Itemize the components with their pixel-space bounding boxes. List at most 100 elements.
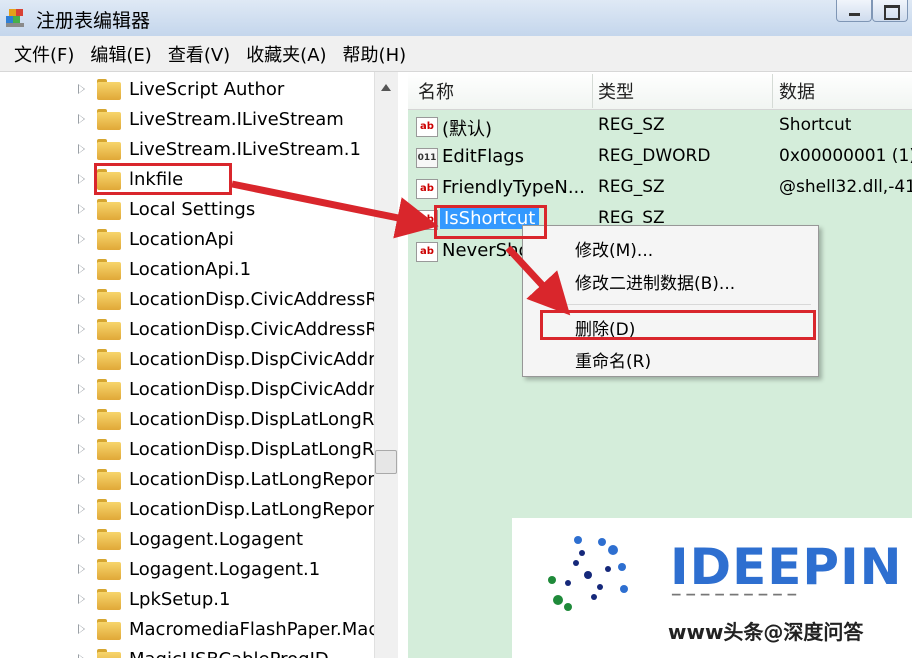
tree-item[interactable]: MacromediaFlashPaper.Mac [0,614,380,644]
expand-arrow-icon[interactable] [78,354,85,364]
folder-icon [97,529,121,550]
value-row[interactable]: ab FriendlyTypeN... REG_SZ @shell32.dll,… [408,174,912,204]
folder-icon [97,319,121,340]
expand-arrow-icon[interactable] [78,264,85,274]
expand-arrow-icon[interactable] [78,474,85,484]
column-header-name[interactable]: 名称 [418,72,454,110]
tree-item-label: LpkSetup.1 [129,588,231,610]
expand-arrow-icon[interactable] [78,624,85,634]
tree-item[interactable]: Local Settings [0,194,380,224]
menu-item-modify-binary[interactable]: 修改二进制数据(B)... [575,269,735,294]
folder-icon [97,229,121,250]
tree-item-label: LocationDisp.CivicAddressRe [129,288,389,310]
expand-arrow-icon[interactable] [78,384,85,394]
tree-item-label: LocationDisp.LatLongReport [129,468,382,490]
tree-item[interactable]: LocationDisp.DispLatLongRe [0,434,385,464]
expand-arrow-icon[interactable] [78,534,85,544]
tree-item[interactable]: LocationDisp.LatLongReport [0,494,382,524]
value-name: NeverSho [442,240,530,261]
tree-item[interactable]: LocationApi [0,224,380,254]
folder-icon [97,559,121,580]
tree-item-label: LocationApi.1 [129,258,252,280]
tree-item[interactable]: LocationDisp.DispCivicAddre [0,344,386,374]
string-value-icon: ab [416,242,438,262]
string-value-icon: ab [416,179,438,199]
folder-icon [97,139,121,160]
tree-item[interactable]: LiveStream.ILiveStream.1 [0,134,380,164]
menu-help[interactable]: 帮助(H) [335,41,415,67]
watermark-brand: IDEEPIN [670,538,903,596]
folder-icon [97,409,121,430]
expand-arrow-icon[interactable] [78,84,85,94]
tree-item-label: LocationDisp.LatLongReport [129,498,382,520]
brand-text: IDEEPIN [670,538,903,596]
value-name: (默认) [442,119,493,140]
expand-arrow-icon[interactable] [78,144,85,154]
expand-arrow-icon[interactable] [78,324,85,334]
folder-icon [97,619,121,640]
menu-edit[interactable]: 编辑(E) [82,41,159,67]
folder-icon [97,79,121,100]
tree-item[interactable]: Logagent.Logagent [0,524,380,554]
expand-arrow-icon[interactable] [78,444,85,454]
tree-scrollbar[interactable] [374,72,398,658]
annotation-box-isshortcut [434,205,547,239]
column-separator[interactable] [772,74,773,108]
folder-icon [97,379,121,400]
tree-item[interactable]: MagicUSBCableProgID [0,644,380,658]
tree-item-label: Local Settings [129,198,256,220]
expand-arrow-icon[interactable] [78,414,85,424]
tree-item[interactable]: LocationDisp.LatLongReport [0,464,382,494]
menu-item-modify[interactable]: 修改(M)... [575,236,653,261]
folder-icon [97,499,121,520]
registry-tree[interactable]: LiveScript Author LiveStream.ILiveStream… [0,72,398,658]
menu-view[interactable]: 查看(V) [160,41,238,67]
value-data: Shortcut [779,115,852,135]
expand-arrow-icon[interactable] [78,594,85,604]
regedit-app-icon [6,9,24,27]
expand-arrow-icon[interactable] [78,564,85,574]
tree-item[interactable]: LiveScript Author [0,74,380,104]
tree-item[interactable]: LocationDisp.DispLatLongRe [0,404,385,434]
ideepin-logo-icon [548,536,628,611]
tree-item-label: LocationDisp.DispCivicAddre [129,348,387,370]
column-header-data[interactable]: 数据 [779,72,815,110]
tree-item-label: LiveScript Author [129,78,285,100]
tree-item-label: LiveStream.ILiveStream.1 [129,138,361,160]
maximize-button[interactable] [872,0,908,22]
tree-item[interactable]: LocationDisp.CivicAddressRe [0,314,388,344]
expand-arrow-icon[interactable] [78,234,85,244]
title-bar: 注册表编辑器 [0,0,912,36]
column-header-type[interactable]: 类型 [598,72,634,110]
value-type: REG_SZ [598,115,665,135]
tree-item[interactable]: LiveStream.ILiveStream [0,104,380,134]
expand-arrow-icon[interactable] [78,504,85,514]
folder-icon [97,259,121,280]
expand-arrow-icon[interactable] [78,654,85,658]
column-separator[interactable] [592,74,593,108]
tree-item[interactable]: LocationDisp.CivicAddressRe [0,284,388,314]
folder-icon [97,289,121,310]
window-title: 注册表编辑器 [36,10,151,32]
expand-arrow-icon[interactable] [78,174,85,184]
tree-item[interactable]: LocationApi.1 [0,254,380,284]
menu-favorites[interactable]: 收藏夹(A) [238,41,334,67]
tree-item[interactable]: Logagent.Logagent.1 [0,554,380,584]
scrollbar-thumb[interactable] [375,450,397,474]
context-menu: 修改(M)... 修改二进制数据(B)... 删除(D) 重命名(R) [522,225,819,377]
tree-item[interactable]: LpkSetup.1 [0,584,380,614]
minimize-button[interactable] [836,0,872,22]
menu-file[interactable]: 文件(F) [6,41,82,67]
expand-arrow-icon[interactable] [78,204,85,214]
tree-item-label: LocationDisp.DispCivicAddre [129,378,387,400]
tree-item-label: LocationDisp.DispLatLongRe [129,408,385,430]
expand-arrow-icon[interactable] [78,294,85,304]
expand-arrow-icon[interactable] [78,114,85,124]
scroll-up-arrow-icon[interactable] [374,76,398,100]
tree-item-label: LocationApi [129,228,234,250]
menu-item-rename[interactable]: 重命名(R) [575,347,651,372]
value-row[interactable]: ab (默认) REG_SZ Shortcut [408,112,912,142]
tree-item[interactable]: LocationDisp.DispCivicAddre [0,374,386,404]
value-name: FriendlyTypeN... [442,177,585,198]
value-row[interactable]: 011 EditFlags REG_DWORD 0x00000001 (1) [408,143,912,173]
